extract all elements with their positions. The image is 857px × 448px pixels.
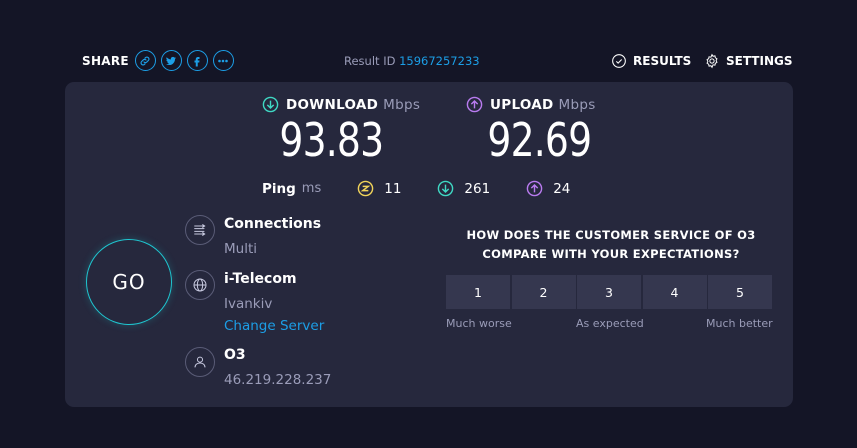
- rating-option-4[interactable]: 4: [642, 275, 707, 309]
- upload-value: 92.69: [487, 113, 592, 167]
- download-latency-value: 261: [464, 180, 491, 197]
- isp-ip: 46.219.228.237: [224, 372, 332, 388]
- share-group: SHARE: [82, 50, 239, 71]
- twitter-icon[interactable]: [160, 50, 182, 71]
- download-metric: DOWNLOAD Mbps 93.83: [262, 96, 432, 165]
- user-icon: [185, 347, 215, 377]
- ping-row: Ping ms 11 261 24: [262, 180, 606, 197]
- rating-option-1[interactable]: 1: [446, 275, 510, 309]
- result-id-label: Result ID: [344, 54, 396, 68]
- download-arrow-icon: [262, 96, 279, 113]
- upload-arrow-icon: [466, 96, 483, 113]
- rating-option-2[interactable]: 2: [511, 275, 576, 309]
- download-label: DOWNLOAD: [286, 96, 379, 113]
- jitter-value: 11: [384, 180, 402, 197]
- scale-mid-label: As expected: [576, 317, 644, 330]
- connections-value: Multi: [224, 241, 257, 257]
- survey-question-line1: HOW DOES THE CUSTOMER SERVICE OF O3: [466, 228, 756, 242]
- upload-label: UPLOAD: [490, 96, 554, 113]
- connections-title: Connections: [224, 216, 322, 232]
- settings-button[interactable]: SETTINGS: [704, 53, 793, 69]
- results-label: RESULTS: [633, 54, 692, 68]
- settings-label: SETTINGS: [726, 54, 793, 68]
- survey-question: HOW DOES THE CUSTOMER SERVICE OF O3 COMP…: [446, 226, 776, 264]
- download-latency-item: 261: [437, 180, 490, 197]
- facebook-icon[interactable]: [186, 50, 208, 71]
- jitter-item: 11: [357, 180, 401, 197]
- rating-option-3[interactable]: 3: [577, 275, 641, 309]
- scale-low-label: Much worse: [446, 317, 512, 330]
- rating-scale: 1 2 3 4 5: [446, 275, 772, 309]
- upload-latency-item: 24: [526, 180, 570, 197]
- result-id-link[interactable]: 15967257233: [399, 54, 479, 68]
- download-latency-icon: [438, 180, 454, 197]
- isp-name: O3: [224, 347, 246, 363]
- share-label: SHARE: [82, 53, 129, 68]
- server-location: Ivankiv: [224, 296, 273, 312]
- jitter-icon: [357, 180, 374, 197]
- upload-latency-value: 24: [553, 180, 571, 197]
- rating-option-5[interactable]: 5: [708, 275, 772, 309]
- link-icon[interactable]: [134, 50, 156, 71]
- upload-unit: Mbps: [558, 96, 596, 113]
- ping-label: Ping: [262, 180, 296, 197]
- globe-icon: [185, 270, 215, 300]
- results-panel: DOWNLOAD Mbps 93.83 UPLOAD Mbps 92.69 Pi…: [65, 82, 793, 407]
- result-id: Result ID 15967257233: [344, 54, 480, 68]
- upload-metric: UPLOAD Mbps 92.69: [466, 96, 616, 165]
- scale-high-label: Much better: [706, 317, 773, 330]
- top-bar: SHARE Result ID 15967257233 RESULTS SETT…: [0, 0, 857, 82]
- gear-icon: [706, 53, 718, 69]
- server-name: i-Telecom: [224, 271, 297, 287]
- change-server-link[interactable]: Change Server: [224, 318, 324, 334]
- more-icon[interactable]: [212, 50, 234, 71]
- download-value: 93.83: [279, 113, 384, 167]
- results-button[interactable]: RESULTS: [611, 53, 691, 69]
- go-button[interactable]: GO: [86, 239, 172, 325]
- download-unit: Mbps: [383, 96, 421, 113]
- survey-question-line2: COMPARE WITH YOUR EXPECTATIONS?: [482, 247, 740, 261]
- check-circle-icon: [612, 54, 626, 68]
- upload-latency-icon: [526, 180, 543, 197]
- ping-unit: ms: [301, 181, 322, 196]
- connections-icon: [185, 215, 215, 245]
